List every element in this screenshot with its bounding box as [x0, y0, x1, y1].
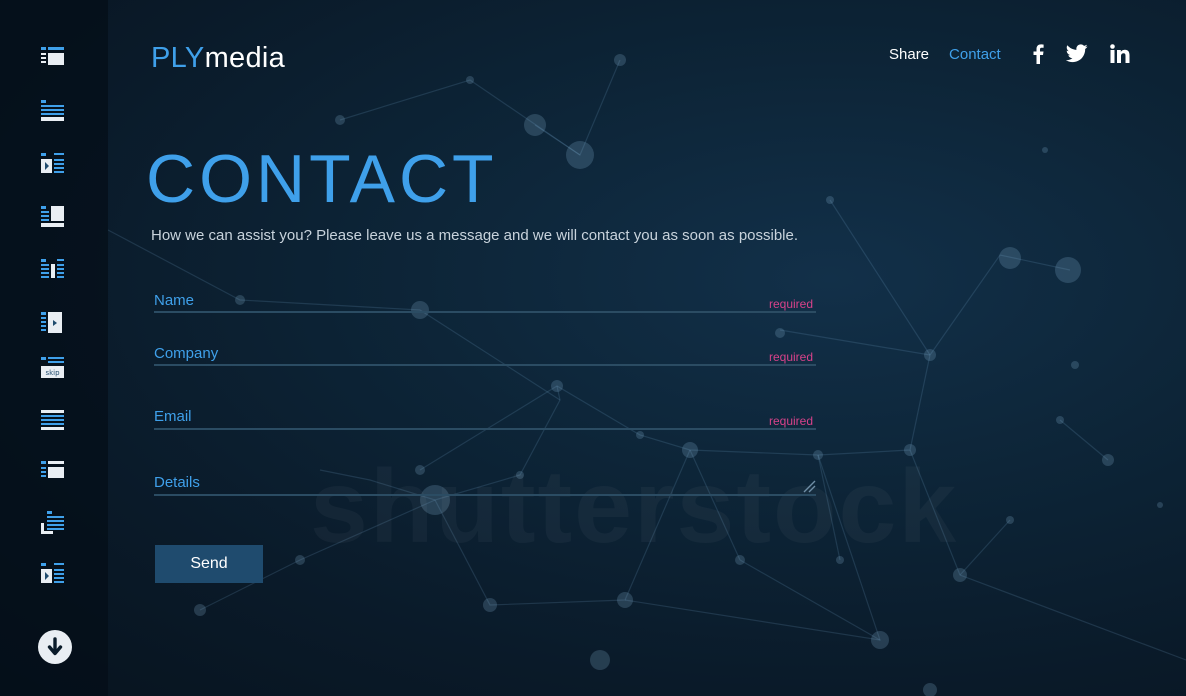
skip-label: skip — [45, 369, 60, 377]
details-underline — [154, 494, 816, 496]
nav-contact-link[interactable]: Contact — [949, 46, 1001, 63]
layout-text-image-icon[interactable] — [40, 205, 66, 229]
sidebar: skip — [0, 0, 108, 696]
layout-video-icon[interactable] — [40, 311, 66, 335]
brand-part-2: media — [204, 42, 286, 74]
layout-full-text-icon[interactable] — [40, 409, 66, 433]
brand-logo[interactable]: PLYmedia — [151, 42, 285, 75]
linkedin-icon[interactable] — [1110, 44, 1130, 66]
page-title: CONTACT — [146, 141, 498, 217]
page-background: shutterstock skip — [0, 0, 1186, 696]
watermark-text: shutterstock — [310, 448, 958, 567]
scroll-down-button[interactable] — [38, 630, 72, 664]
name-underline — [154, 311, 816, 313]
company-underline — [154, 364, 816, 366]
top-nav: Share Contact — [889, 46, 1001, 63]
details-field: Details — [154, 474, 816, 498]
name-field: Name required — [154, 292, 816, 316]
email-input[interactable] — [154, 408, 814, 428]
layout-media-text-icon[interactable] — [40, 152, 66, 176]
email-field: Email required — [154, 408, 816, 432]
facebook-icon[interactable] — [1032, 44, 1044, 66]
layout-columns-icon[interactable] — [40, 258, 66, 282]
layout-corner-list-icon[interactable] — [40, 511, 66, 535]
nav-share-link[interactable]: Share — [889, 46, 929, 63]
arrow-down-icon — [47, 637, 63, 656]
twitter-icon[interactable] — [1066, 44, 1088, 66]
page-subtitle: How we can assist you? Please leave us a… — [151, 227, 799, 244]
layout-list-box-icon[interactable] — [40, 460, 66, 484]
email-underline — [154, 428, 816, 430]
company-input[interactable] — [154, 345, 814, 365]
social-links — [1032, 44, 1130, 66]
layout-media-list-icon[interactable] — [40, 562, 66, 586]
layout-skip-icon[interactable]: skip — [40, 356, 66, 380]
layout-text-icon[interactable] — [40, 99, 66, 123]
resize-handle-icon[interactable] — [802, 479, 816, 493]
brand-part-1: PLY — [151, 42, 205, 74]
company-field: Company required — [154, 345, 816, 369]
layout-list-image-icon[interactable] — [40, 46, 66, 70]
details-textarea[interactable] — [154, 474, 814, 494]
name-input[interactable] — [154, 292, 814, 312]
send-button[interactable]: Send — [155, 545, 263, 583]
